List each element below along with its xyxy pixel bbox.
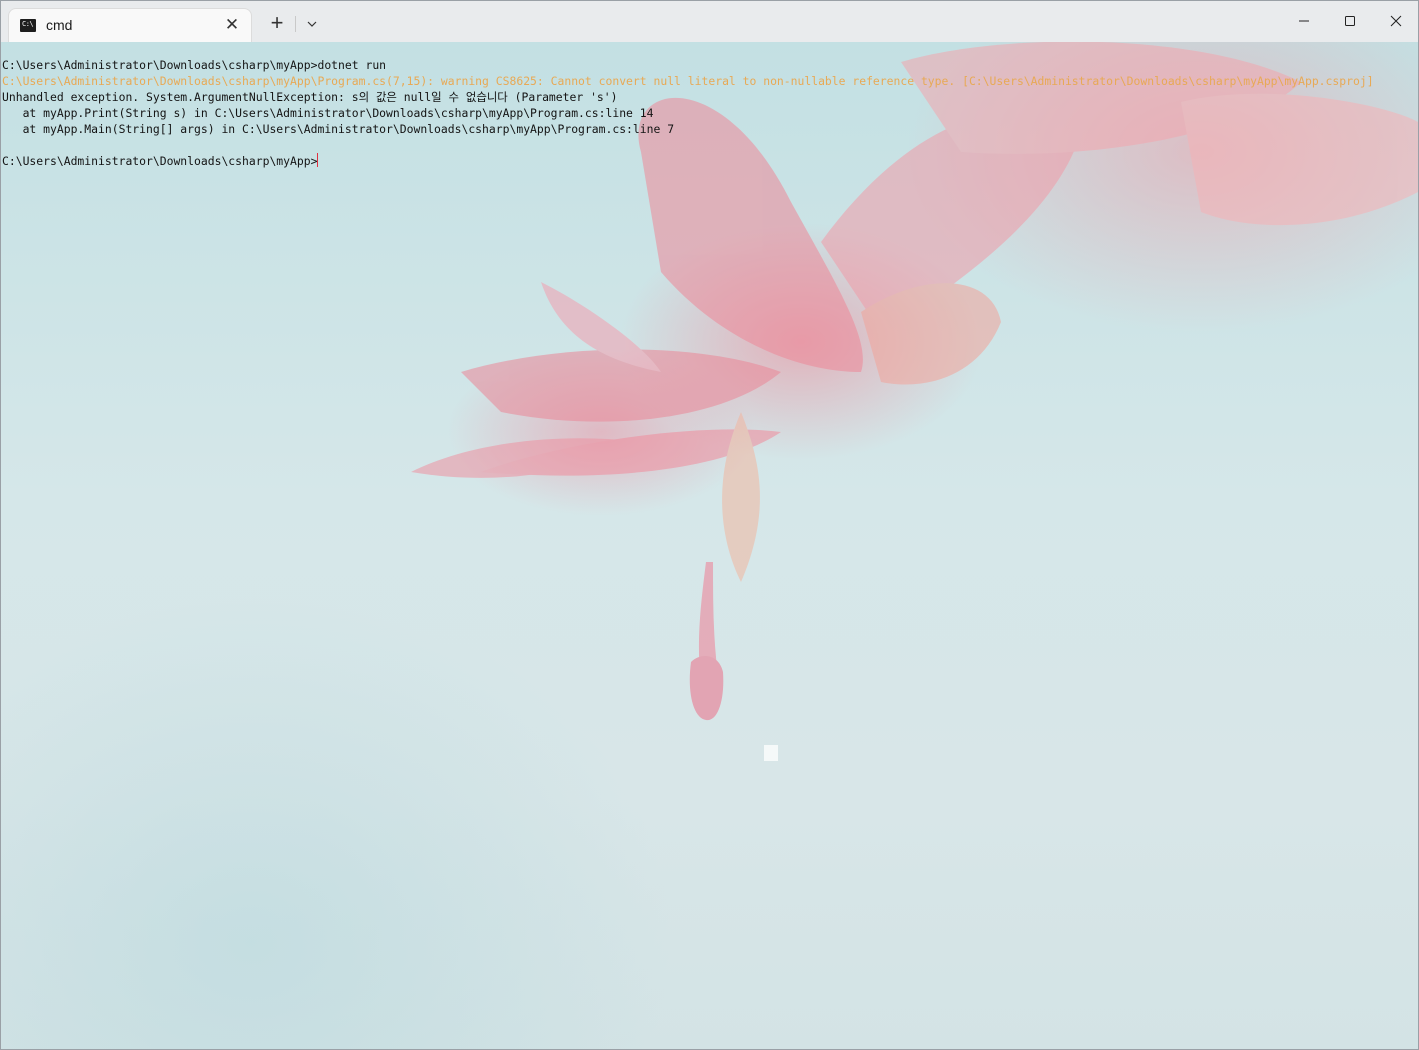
tab-divider <box>295 16 296 32</box>
maximize-icon[interactable] <box>1327 1 1373 41</box>
plus-icon[interactable]: + <box>263 10 291 36</box>
output-line: C:\Users\Administrator\Downloads\csharp\… <box>2 58 387 72</box>
prompt-line[interactable]: C:\Users\Administrator\Downloads\csharp\… <box>2 153 1374 169</box>
cmd-terminal-icon: C:\ <box>20 19 36 32</box>
tab-title: cmd <box>46 17 73 33</box>
warning-line: C:\Users\Administrator\Downloads\csharp\… <box>2 74 1374 88</box>
minimize-icon[interactable] <box>1281 1 1327 41</box>
background-flower-image <box>411 42 1418 721</box>
prompt-text: C:\Users\Administrator\Downloads\csharp\… <box>2 154 318 168</box>
text-cursor <box>317 153 319 167</box>
close-icon[interactable] <box>1373 1 1418 41</box>
tab-close-icon[interactable]: ✕ <box>223 16 241 34</box>
terminal-output: C:\Users\Administrator\Downloads\csharp\… <box>2 57 1374 169</box>
chevron-down-icon[interactable] <box>299 10 325 36</box>
output-line: at myApp.Main(String[] args) in C:\Users… <box>2 122 675 136</box>
output-line: Unhandled exception. System.ArgumentNull… <box>2 90 618 104</box>
title-bar: C:\ cmd ✕ + <box>1 1 1418 43</box>
output-line: at myApp.Print(String s) in C:\Users\Adm… <box>2 106 654 120</box>
terminal-pane[interactable]: C:\Users\Administrator\Downloads\csharp\… <box>1 42 1418 1049</box>
tab-cmd[interactable]: C:\ cmd ✕ <box>9 9 251 42</box>
ime-indicator <box>764 745 778 761</box>
terminal-window: C:\ cmd ✕ + C:\Users\Administrator\Downl… <box>0 0 1419 1050</box>
